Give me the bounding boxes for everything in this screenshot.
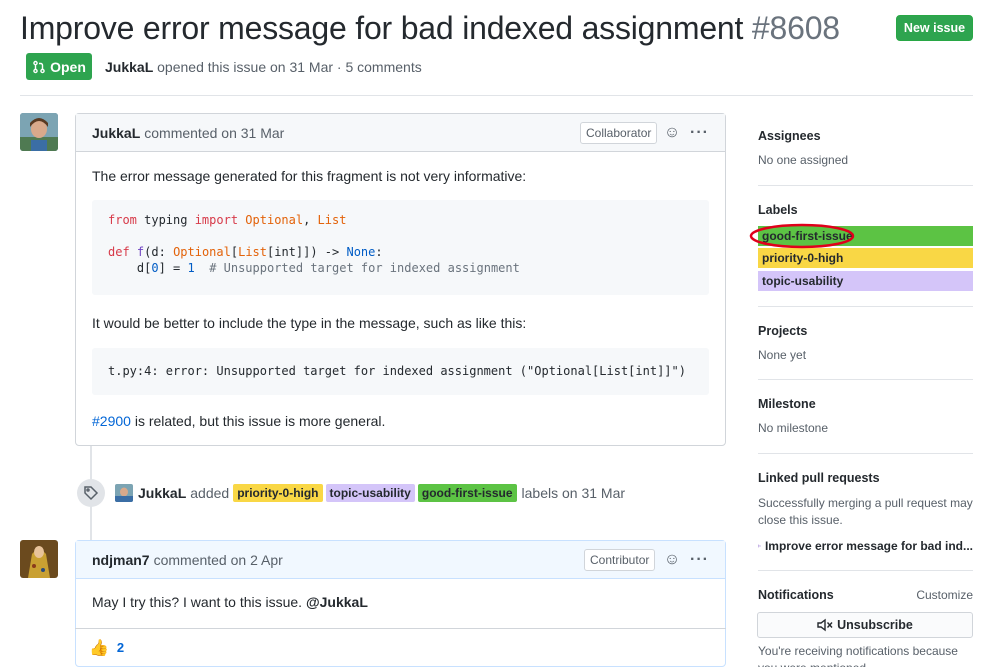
issue-author-link[interactable]: JukkaL (105, 59, 153, 75)
sidebar-projects: Projects None yet (758, 324, 973, 362)
code-block: t.py:4: error: Unsupported target for in… (92, 348, 709, 395)
issue-meta-text: opened this issue on 31 Mar · 5 comments (157, 59, 422, 75)
sidebar-heading: Notifications (758, 588, 834, 602)
issue-opened-icon (33, 60, 45, 73)
code-block: from typing import Optional, List def f(… (92, 200, 709, 295)
event-suffix: labels on 31 Mar (521, 485, 626, 501)
mute-icon (817, 618, 833, 632)
sidebar-labels: Labels (758, 203, 973, 217)
sidebar-divider (758, 185, 973, 186)
sidebar-value: Successfully merging a pull request may … (758, 496, 973, 527)
sidebar-value: None yet (758, 348, 807, 362)
comment-timestamp[interactable]: commented on 31 Mar (144, 125, 284, 141)
label-topic-usability[interactable]: topic-usability (325, 484, 415, 502)
sidebar-divider (758, 306, 973, 307)
add-reaction-icon[interactable]: ☺ (663, 551, 681, 569)
comment-author[interactable]: JukkaL (92, 125, 140, 141)
reaction-count[interactable]: 2 (117, 640, 124, 655)
issue-reference-link[interactable]: #2900 (92, 413, 131, 429)
pull-request-icon (758, 544, 761, 548)
issue-title: Improve error message for bad indexed as… (20, 10, 840, 47)
label-event: JukkaL added priority-0-high topic-usabi… (77, 479, 625, 507)
issue-meta: JukkaL opened this issue on 31 Mar · 5 c… (105, 59, 422, 75)
sidebar-value: No milestone (758, 421, 829, 435)
unsubscribe-label: Unsubscribe (837, 618, 913, 632)
tag-icon (77, 479, 105, 507)
add-reaction-icon[interactable]: ☺ (663, 124, 681, 142)
unsubscribe-button[interactable]: Unsubscribe (757, 612, 973, 638)
highlight-circle-annotation (749, 223, 855, 249)
comment-text: is related, but this issue is more gener… (130, 413, 386, 429)
comment-header: ndjman7 commented on 2 Apr Contributor ☺… (76, 541, 725, 579)
sidebar-heading[interactable]: Milestone (758, 397, 973, 411)
sidebar-divider (758, 570, 973, 571)
event-verb: added (190, 485, 230, 501)
contributor-badge: Contributor (584, 549, 656, 571)
reaction-bar: 👍 2 (75, 628, 726, 666)
issue-state-badge: Open (26, 53, 92, 80)
issue-title-text: Improve error message for bad indexed as… (20, 10, 744, 46)
comment-header: JukkaL commented on 31 Mar Collaborator … (76, 114, 725, 152)
sidebar-milestone: Milestone No milestone (758, 397, 973, 435)
linked-pr-item[interactable]: Improve error message for bad ind... (758, 539, 973, 553)
comment-card: JukkaL commented on 31 Mar Collaborator … (75, 113, 726, 446)
more-options-icon[interactable]: ··· (690, 551, 708, 569)
sidebar-heading[interactable]: Projects (758, 324, 973, 338)
comment-paragraph: The error message generated for this fra… (92, 168, 527, 184)
sidebar-divider (758, 453, 973, 454)
notification-reason: You're receiving notifications because y… (758, 644, 958, 667)
more-options-icon[interactable]: ··· (690, 124, 708, 142)
sidebar-label-topic-usability[interactable]: topic-usability (758, 271, 973, 291)
comment-text: May I try this? I want to this issue. (92, 594, 306, 610)
sidebar-heading: Linked pull requests (758, 471, 880, 485)
sidebar-linked-prs: Linked pull requests Successfully mergin… (758, 471, 973, 553)
avatar[interactable] (20, 113, 58, 151)
linked-pr-title[interactable]: Improve error message for bad ind... (765, 539, 973, 553)
comment-paragraph: May I try this? I want to this issue. @J… (92, 592, 709, 612)
customize-link[interactable]: Customize (916, 588, 973, 602)
sidebar-notifications: Notifications Customize (758, 588, 973, 602)
issue-state-label: Open (50, 58, 86, 75)
label-priority-0-high[interactable]: priority-0-high (233, 484, 323, 502)
sidebar-assignees: Assignees No one assigned (758, 129, 973, 167)
avatar[interactable] (115, 484, 133, 502)
sidebar-value: No one assigned (758, 153, 849, 167)
collaborator-badge: Collaborator (580, 122, 658, 144)
comment-timestamp[interactable]: commented on 2 Apr (154, 552, 283, 568)
event-actor[interactable]: JukkaL (138, 485, 186, 501)
comment-paragraph: It would be better to include the type i… (92, 315, 527, 331)
new-issue-button[interactable]: New issue (896, 15, 973, 41)
sidebar-heading[interactable]: Assignees (758, 129, 973, 143)
sidebar-label-priority-0-high[interactable]: priority-0-high (758, 248, 973, 268)
comment-paragraph: #2900 is related, but this issue is more… (92, 411, 709, 431)
user-mention-link[interactable]: @JukkaL (306, 594, 368, 610)
sidebar-divider (758, 379, 973, 380)
header-divider (20, 95, 973, 96)
sidebar-heading[interactable]: Labels (758, 203, 973, 217)
label-good-first-issue[interactable]: good-first-issue (417, 484, 517, 502)
avatar[interactable] (20, 540, 58, 578)
issue-number: #8608 (751, 10, 840, 46)
thumbs-up-icon[interactable]: 👍 (89, 638, 109, 658)
comment-author[interactable]: ndjman7 (92, 552, 150, 568)
